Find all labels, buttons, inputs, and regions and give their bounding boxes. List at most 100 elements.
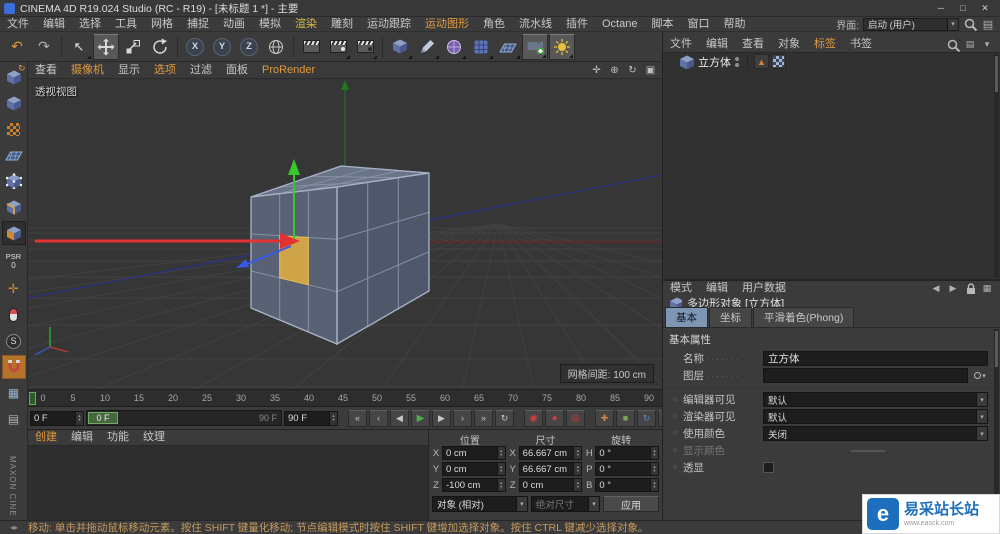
transform-mode-select[interactable]: 对象 (相对) ▾ <box>432 496 528 512</box>
power-slider[interactable]: 0 F 90 F <box>86 410 282 426</box>
object-manager-menu-item[interactable]: 文件 <box>663 37 699 52</box>
stepper-icon[interactable]: ▴ ▾ <box>649 479 658 491</box>
size-mode-select[interactable]: 绝对尺寸 ▾ <box>530 496 600 512</box>
viewport-menu-item[interactable]: 选项 <box>147 63 183 78</box>
live-selection-icon[interactable]: ↖ <box>66 34 92 60</box>
render-visibility-dot[interactable] <box>735 62 739 67</box>
menu-item[interactable]: 脚本 <box>644 17 680 32</box>
edges-mode-icon[interactable] <box>2 195 26 219</box>
add-subdivision-icon[interactable] <box>441 34 467 60</box>
anim-dot-icon[interactable]: ○ <box>671 413 679 420</box>
material-menu-item[interactable]: 功能 <box>100 430 136 445</box>
layer-field[interactable] <box>763 368 968 383</box>
current-frame-field[interactable]: 0 F ▴ ▾ <box>30 410 84 426</box>
object-manager-menu-item[interactable]: 对象 <box>771 37 807 52</box>
add-camera-icon[interactable] <box>522 33 548 60</box>
object-manager-menu-item[interactable]: 书签 <box>843 37 879 52</box>
menu-item[interactable]: 运动跟踪 <box>360 17 418 32</box>
grid-icon[interactable]: ▦ <box>980 283 994 294</box>
previous-frame-button[interactable]: ◀ <box>390 409 409 427</box>
stepper-icon[interactable]: ▴ ▾ <box>496 447 505 459</box>
attribute-manager-menu-item[interactable]: 编辑 <box>699 281 735 296</box>
anim-dot-icon[interactable]: ○ <box>671 396 679 403</box>
tab-coordinates[interactable]: 坐标 <box>709 307 752 327</box>
key-rotation-toggle[interactable]: ↻ <box>637 409 656 427</box>
menu-item[interactable]: 帮助 <box>716 17 752 32</box>
zoom-view-icon[interactable]: ⊕ <box>607 65 622 76</box>
stepper-icon[interactable]: ▴ ▾ <box>573 479 582 491</box>
record-keyframe-button[interactable]: ◉ <box>524 409 543 427</box>
rotation-p-field[interactable]: 0 ° ▴ ▾ <box>595 462 659 476</box>
autokey-button[interactable]: ● <box>545 409 564 427</box>
viewport-menu-item[interactable]: 过滤 <box>183 63 219 78</box>
stepper-icon[interactable]: ▴ ▾ <box>573 463 582 475</box>
x-axis-lock-button[interactable]: X <box>182 34 208 60</box>
timeline-playhead[interactable] <box>29 392 36 405</box>
menu-item[interactable]: 文件 <box>0 17 36 32</box>
interface-select[interactable]: 启动 (用户) ▾ <box>863 17 959 31</box>
object-name-field[interactable]: 立方体 <box>763 351 988 366</box>
play-button[interactable]: ▶ <box>411 409 430 427</box>
rotate-view-icon[interactable]: ↻ <box>625 65 640 76</box>
menu-item[interactable]: 插件 <box>559 17 595 32</box>
history-back-icon[interactable]: ◀ <box>929 283 943 294</box>
make-editable-icon[interactable]: ↻ <box>2 63 26 89</box>
attribute-manager-menu-item[interactable]: 模式 <box>663 281 699 296</box>
move-tool-icon[interactable] <box>93 33 119 60</box>
render-visible-select[interactable]: 默认 ▾ <box>763 409 988 424</box>
next-key-button[interactable]: › <box>453 409 472 427</box>
timeline-ruler[interactable]: 0 5 10 15 20 25 30 35 40 45 50 55 60 65 70 75 80 85 90 <box>28 389 662 407</box>
add-light-icon[interactable] <box>549 33 575 60</box>
maximize-button[interactable]: □ <box>952 0 974 16</box>
enable-axis-icon[interactable]: ✛ <box>2 277 26 301</box>
tab-basic[interactable]: 基本 <box>665 307 708 327</box>
menu-item[interactable]: 选择 <box>72 17 108 32</box>
apply-button[interactable]: 应用 <box>603 496 659 512</box>
y-axis-lock-button[interactable]: Y <box>209 34 235 60</box>
chevron-down-icon[interactable]: ▾ <box>980 39 994 50</box>
search-icon[interactable] <box>946 38 960 52</box>
coordinate-system-icon[interactable] <box>263 34 289 60</box>
visibility-toggles[interactable] <box>735 56 739 67</box>
toggle-view-icon[interactable]: ▣ <box>643 65 658 76</box>
position-z-field[interactable]: -100 cm ▴ ▾ <box>442 478 506 492</box>
menu-item[interactable]: 流水线 <box>512 17 559 32</box>
viewport-menu-item[interactable]: 摄像机 <box>64 63 111 78</box>
previous-key-button[interactable]: ‹ <box>369 409 388 427</box>
viewport-menu-item[interactable]: 显示 <box>111 63 147 78</box>
anim-dot-icon[interactable]: ○ <box>671 464 679 471</box>
editor-visibility-dot[interactable] <box>735 56 739 61</box>
mouse-tweak-icon[interactable] <box>2 303 26 327</box>
menu-item[interactable]: 模拟 <box>252 17 288 32</box>
object-manager-menu-item[interactable]: 标签 <box>807 37 843 52</box>
workplane-lock-icon[interactable]: ▦ <box>2 381 26 405</box>
pan-view-icon[interactable]: ✛ <box>589 65 604 76</box>
size-y-field[interactable]: 66.667 cm ▴ ▾ <box>518 462 583 476</box>
stepper-icon[interactable]: ▴ ▾ <box>75 411 83 425</box>
loop-button[interactable]: ↻ <box>495 409 514 427</box>
object-row[interactable]: 立方体 ▲ <box>663 53 1000 70</box>
material-menu-item[interactable]: 创建 <box>28 430 64 445</box>
jump-end-button[interactable]: » <box>474 409 493 427</box>
object-manager-menu-item[interactable]: 查看 <box>735 37 771 52</box>
layout-icon[interactable]: ▤ <box>981 18 995 31</box>
layer-browser-icon[interactable]: ▾ <box>972 368 988 383</box>
menu-item[interactable]: 角色 <box>476 17 512 32</box>
anim-dot-icon[interactable]: ○ <box>671 430 679 437</box>
search-icon[interactable] <box>963 17 978 32</box>
stepper-icon[interactable]: ▴ ▾ <box>649 447 658 459</box>
material-menu-item[interactable]: 纹理 <box>136 430 172 445</box>
object-name[interactable]: 立方体 <box>698 54 731 70</box>
menu-item[interactable]: 工具 <box>108 17 144 32</box>
position-x-field[interactable]: 0 cm ▴ ▾ <box>442 446 506 460</box>
render-settings-icon[interactable] <box>352 34 378 60</box>
z-axis-lock-button[interactable]: Z <box>236 34 262 60</box>
menu-item[interactable]: Octane <box>595 17 644 32</box>
minimize-button[interactable]: ─ <box>930 0 952 16</box>
rotation-h-field[interactable]: 0 ° ▴ ▾ <box>595 446 659 460</box>
redo-icon[interactable]: ↷ <box>31 34 57 60</box>
viewport-menu-item[interactable]: 面板 <box>219 63 255 78</box>
viewport-canvas[interactable]: 透视视图 网格间距: 100 cm <box>28 79 662 389</box>
scale-tool-icon[interactable] <box>120 34 146 60</box>
rotation-b-field[interactable]: 0 ° ▴ ▾ <box>595 478 659 492</box>
